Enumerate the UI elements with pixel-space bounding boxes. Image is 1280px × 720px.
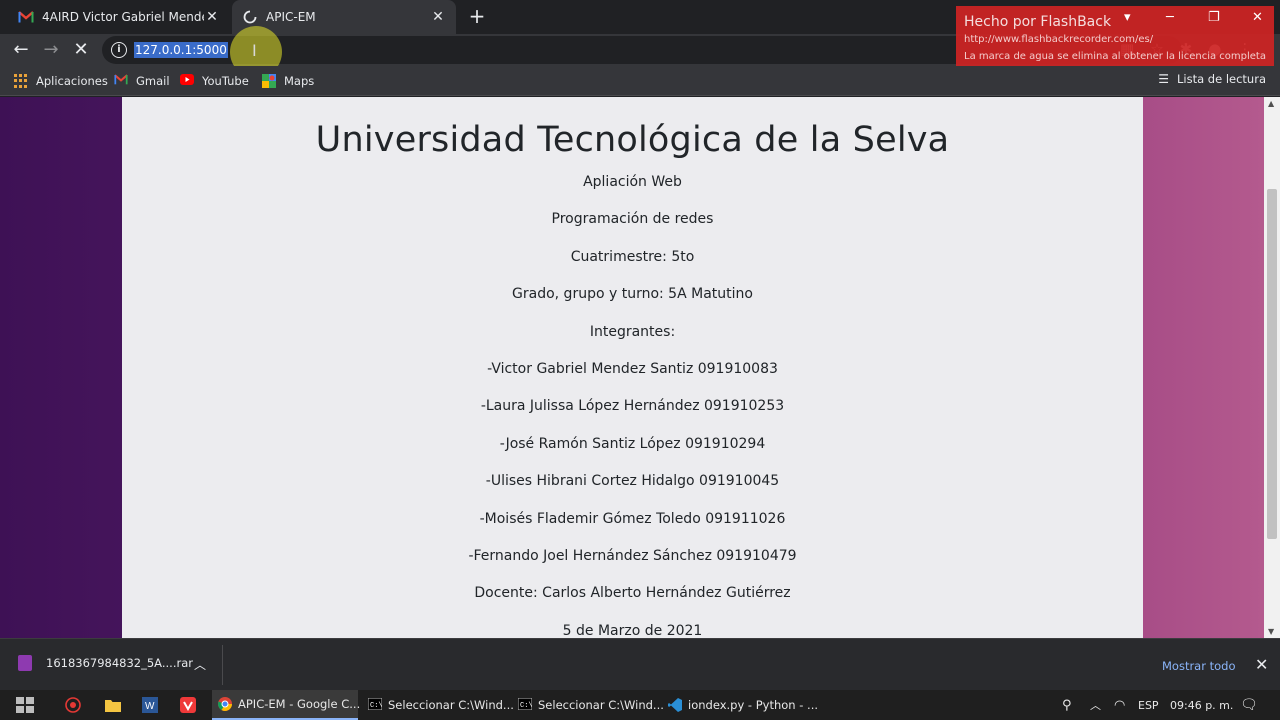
text-line: Docente: Carlos Alberto Hernández Gutiér… [474,585,791,602]
text-line: Apliación Web [583,174,682,190]
reading-list-label: Lista de lectura [1176,72,1266,86]
bookmark-apps[interactable]: Aplicaciones [14,72,108,90]
tab-title: 4AIRD Victor Gabriel Mendez Sa [42,10,204,24]
divider [222,645,223,685]
restore-icon[interactable]: ❐ [1208,10,1220,25]
taskbar-app-label: iondex.py - Python - ... [688,698,819,712]
taskbar-app-label: Seleccionar C:\Wind... [388,698,514,712]
close-icon[interactable]: ✕ [1252,10,1263,25]
loading-spinner-icon [242,9,258,25]
youtube-icon [180,74,194,88]
member-line: -Laura Julissa López Hernández 091910253 [480,398,785,415]
taskbar-app-label: Seleccionar C:\Wind... [538,698,664,712]
windows-taskbar: W APIC-EM - Google C... C:\ Seleccionar … [0,690,1280,720]
taskbar-app-label: APIC-EM - Google C... [238,697,361,711]
clock[interactable]: 09:46 p. m. [1170,690,1233,720]
maps-icon [262,74,276,88]
member-line: -Moisés Flademir Gómez Toledo 091911026 [479,510,786,527]
vertical-scrollbar[interactable]: ▲ ▼ [1264,97,1280,638]
wifi-icon[interactable]: ◠ [1114,690,1125,720]
bookmark-youtube[interactable]: YouTube [180,72,249,90]
text-line: Cuatrimestre: 5to [570,248,695,265]
show-all-button[interactable]: Mostrar todo [1150,653,1248,679]
text-cursor-icon: I [252,41,257,60]
member-line: -José Ramón Santiz López 091910294 [499,435,766,452]
svg-text:C:\: C:\ [520,702,532,710]
scrollbar-thumb[interactable] [1267,189,1277,539]
rar-file-icon [18,655,32,671]
minimize-icon[interactable]: ─ [1166,10,1174,25]
taskbar-app-cmd-2[interactable]: C:\ Seleccionar C:\Wind... [512,690,664,720]
tab-gmail[interactable]: 4AIRD Victor Gabriel Mendez Sa ✕ [8,0,230,34]
text-line: Integrantes: [589,323,676,340]
new-tab-button[interactable]: + [466,6,488,28]
close-icon[interactable]: ✕ [204,9,220,25]
bookmarks-bar: Aplicaciones Gmail YouTube Maps ☰ Lista … [0,66,1280,96]
download-filename: 1618367984832_5A....rar [46,656,193,670]
gmail-icon [114,74,128,88]
member-line: -Fernando Joel Hernández Sánchez 0919104… [468,547,797,564]
bookmark-maps[interactable]: Maps [262,72,314,90]
cmd-icon: C:\ [517,697,533,712]
taskbar-app-vscode[interactable]: iondex.py - Python - ... [662,690,818,720]
close-icon[interactable]: ✕ [1255,655,1268,674]
content-card: Universidad Tecnológica de la Selva Apli… [122,97,1143,638]
people-icon[interactable]: ⚲ [1062,690,1072,720]
task-view-icon[interactable] [16,696,34,714]
page-title: Universidad Tecnológica de la Selva [315,120,950,160]
url-text[interactable]: 127.0.0.1:5000 [134,42,228,58]
reading-list-icon: ☰ [1158,72,1169,86]
apps-grid-icon [14,74,28,88]
bookmark-label: YouTube [202,74,249,88]
record-icon[interactable] [64,696,82,714]
taskbar-app-cmd-1[interactable]: C:\ Seleccionar C:\Wind... [362,690,514,720]
scroll-down-icon[interactable]: ▼ [1268,627,1274,636]
chrome-icon [218,697,232,711]
word-icon[interactable]: W [141,696,159,714]
chevron-up-icon[interactable]: ︿ [194,656,206,673]
member-line: -Ulises Hibrani Cortez Hidalgo 091910045 [485,473,780,490]
info-lines: Apliación Web Programación de redes Cuat… [122,173,1143,638]
vscode-icon [668,698,682,712]
vivaldi-icon[interactable] [179,696,197,714]
bookmark-label: Maps [284,74,315,88]
page-viewport: Universidad Tecnológica de la Selva Apli… [0,97,1264,638]
language-indicator[interactable]: ESP [1138,690,1159,720]
text-line: 5 de Marzo de 2021 [562,622,703,638]
reading-list[interactable]: ☰ Lista de lectura [1158,72,1266,86]
member-line: -Victor Gabriel Mendez Santiz 091910083 [487,360,778,377]
svg-text:C:\: C:\ [370,702,382,710]
tab-title: APIC-EM [266,10,316,24]
scroll-up-icon[interactable]: ▲ [1268,99,1274,108]
taskbar-app-chrome[interactable]: APIC-EM - Google C... [212,690,361,720]
text-line: Programación de redes [551,211,714,228]
gmail-icon [18,9,34,25]
chevron-up-icon[interactable]: ︿ [1090,690,1101,720]
bookmark-gmail[interactable]: Gmail [114,72,170,90]
cmd-icon: C:\ [367,697,383,712]
watermark-note: La marca de agua se elimina al obtener l… [964,51,1266,62]
chevron-down-icon[interactable]: ▾ [1124,10,1131,25]
file-explorer-icon[interactable] [104,696,122,714]
flashback-watermark: Hecho por FlashBack http://www.flashback… [956,6,1274,74]
info-icon[interactable]: i [111,42,127,58]
svg-text:W: W [145,701,155,712]
watermark-url: http://www.flashbackrecorder.com/es/ [964,34,1154,45]
forward-icon[interactable]: → [39,38,63,62]
stop-loading-icon[interactable]: ✕ [69,38,93,62]
back-icon[interactable]: ← [9,38,33,62]
notifications-icon[interactable]: 🗨 [1240,690,1258,720]
bookmark-label: Gmail [136,74,170,88]
close-icon[interactable]: ✕ [430,9,446,25]
download-item[interactable]: 1618367984832_5A....rar [18,655,193,671]
text-line: Grado, grupo y turno: 5A Matutino [512,286,753,303]
download-bar: 1618367984832_5A....rar ︿ Mostrar todo ✕ [0,638,1280,690]
bookmark-label: Aplicaciones [36,74,108,88]
watermark-title: Hecho por FlashBack [964,14,1112,30]
